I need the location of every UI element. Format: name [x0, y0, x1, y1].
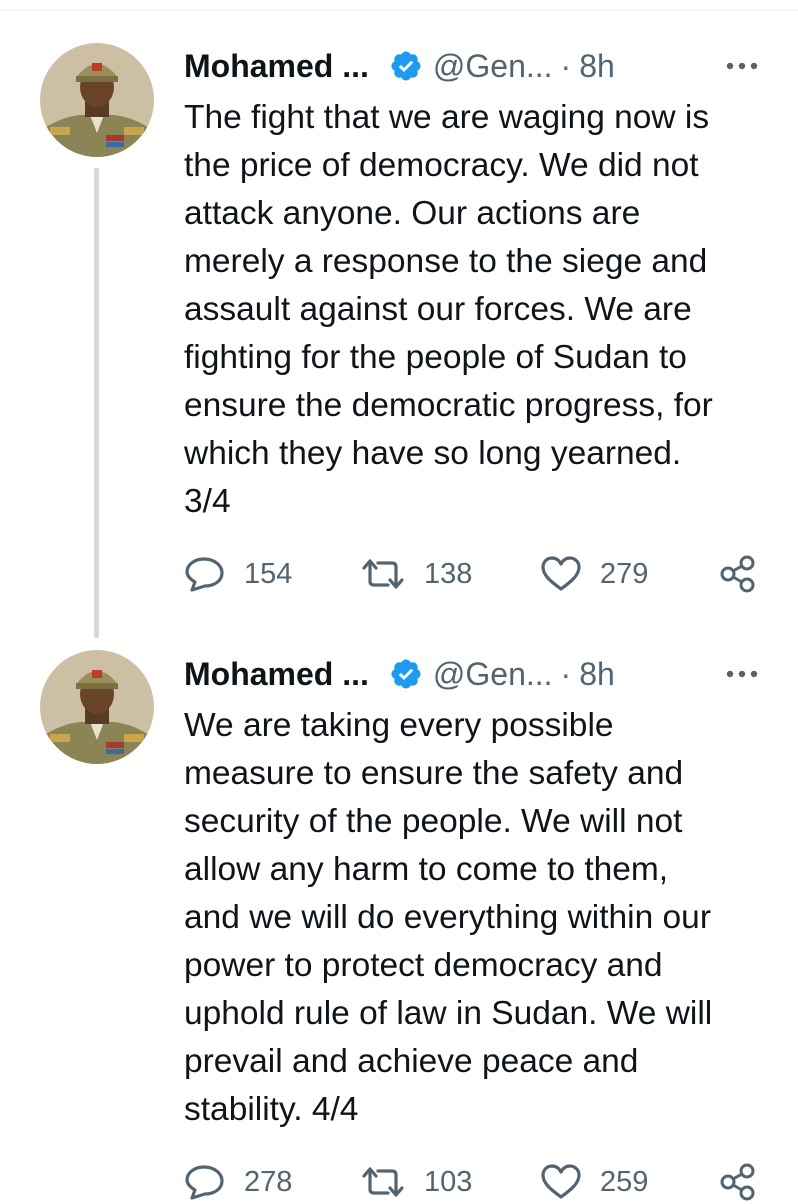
timestamp[interactable]: 8h — [579, 656, 615, 693]
tweet-header: Mohamed ... @Gen... · 8h — [184, 44, 615, 88]
author-name[interactable]: Mohamed ... — [184, 656, 369, 693]
avatar[interactable] — [40, 43, 154, 157]
share-nodes-icon — [718, 1162, 758, 1202]
like-button[interactable]: 279 — [540, 552, 648, 596]
heart-icon — [540, 556, 582, 592]
separator-dot: · — [560, 47, 572, 84]
separator-dot: · — [560, 655, 572, 692]
reply-bubble-icon — [184, 556, 226, 592]
tweet-actions: 278 103 259 — [184, 1160, 774, 1204]
retweet-button[interactable]: 138 — [360, 552, 472, 596]
tweet-text: We are taking every possible measure to … — [184, 707, 713, 1128]
tweet-2[interactable]: Mohamed ... @Gen... · 8h We are taking e… — [0, 640, 798, 1201]
tweet-header: Mohamed ... @Gen... · 8h — [184, 652, 615, 696]
retweet-count: 103 — [424, 1165, 473, 1198]
like-count: 259 — [600, 1165, 649, 1198]
share-button[interactable] — [718, 1160, 758, 1204]
verified-badge-icon — [389, 49, 423, 83]
heart-icon — [540, 1164, 582, 1200]
reply-bubble-icon — [184, 1164, 226, 1200]
like-count: 279 — [600, 557, 649, 590]
reply-count: 154 — [244, 557, 293, 590]
author-handle[interactable]: @Gen... — [433, 656, 553, 693]
reply-button[interactable]: 278 — [184, 1160, 292, 1204]
retweet-count: 138 — [424, 557, 473, 590]
author-name[interactable]: Mohamed ... — [184, 48, 369, 85]
verified-badge-icon — [389, 657, 423, 691]
timestamp[interactable]: 8h — [579, 48, 615, 85]
more-dots-icon[interactable] — [720, 652, 764, 696]
reply-count: 278 — [244, 1165, 293, 1198]
retweet-arrows-icon — [360, 557, 406, 591]
retweet-button[interactable]: 103 — [360, 1160, 472, 1204]
tweet-1[interactable]: Mohamed ... @Gen... · 8h The fight that … — [0, 0, 798, 640]
share-nodes-icon — [718, 554, 758, 594]
avatar[interactable] — [40, 650, 154, 764]
tweet-text: The fight that we are waging now is the … — [184, 99, 713, 520]
tweet-actions: 154 138 279 — [184, 552, 774, 596]
like-button[interactable]: 259 — [540, 1160, 648, 1204]
reply-button[interactable]: 154 — [184, 552, 292, 596]
author-handle[interactable]: @Gen... — [433, 48, 553, 85]
thread-connector — [94, 168, 99, 638]
retweet-arrows-icon — [360, 1165, 406, 1199]
more-dots-icon[interactable] — [720, 44, 764, 88]
share-button[interactable] — [718, 552, 758, 596]
